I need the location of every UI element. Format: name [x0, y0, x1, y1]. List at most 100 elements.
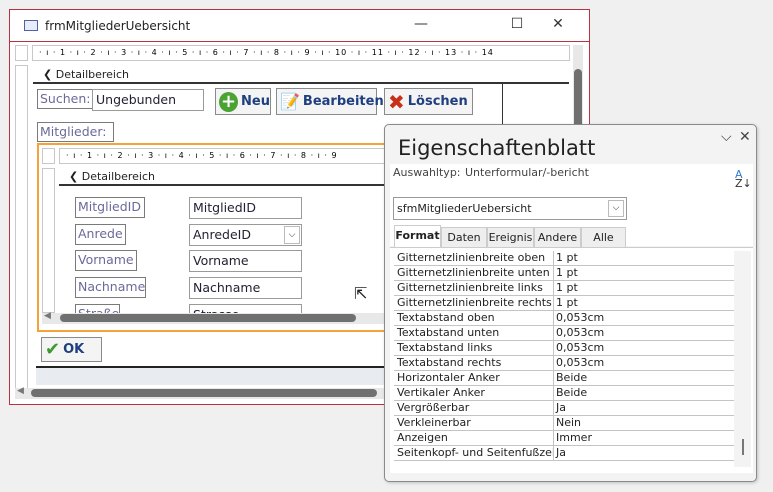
- red-x-icon: ✖: [388, 89, 405, 114]
- close-icon[interactable]: ✕: [739, 129, 751, 145]
- selection-type-label: Auswahltyp:: [393, 166, 461, 179]
- property-value[interactable]: 0,053cm: [554, 356, 604, 370]
- sort-az-icon[interactable]: A Z↓: [735, 169, 752, 189]
- property-row[interactable]: Gitternetzlinienbreite oben 1 pt: [394, 251, 734, 266]
- object-selector-value: sfmMitgliederUebersicht: [397, 202, 532, 215]
- section-title: Detailbereich: [55, 68, 129, 81]
- property-row[interactable]: Vertikaler Anker Beide: [394, 386, 734, 401]
- object-selector[interactable]: sfmMitgliederUebersicht ⌵: [393, 197, 627, 220]
- label-anrede: Anrede: [75, 224, 126, 245]
- property-row[interactable]: Textabstand oben 0,053cm: [394, 311, 734, 326]
- edit-button[interactable]: 📝 Bearbeiten: [276, 88, 384, 115]
- property-value[interactable]: Beide: [554, 386, 587, 400]
- subform-horizontal-scrollbar[interactable]: ◀: [42, 311, 399, 324]
- property-row[interactable]: Textabstand unten 0,053cm: [394, 326, 734, 341]
- subform-horizontal-ruler[interactable]: · ı · 1 · ı · 2 · ı · 3 · ı · 4 · ı · 5 …: [59, 148, 399, 164]
- property-row[interactable]: Seitenkopf- und Seitenfußzeile Ja: [394, 446, 734, 461]
- form-icon: [24, 20, 38, 31]
- property-name: Textabstand unten: [394, 326, 554, 340]
- property-sheet: Eigenschaftenblatt ⌵ ✕ Auswahltyp: Unter…: [384, 124, 757, 482]
- tab-andere[interactable]: Andere: [534, 227, 581, 247]
- section-header[interactable]: ❮ Detailbereich: [33, 67, 569, 84]
- property-name: Verkleinerbar: [394, 416, 554, 430]
- mouse-cursor-icon: ⇱: [354, 284, 368, 303]
- property-value[interactable]: Nein: [554, 416, 581, 430]
- delete-label: Löschen: [407, 94, 468, 109]
- property-name: Textabstand oben: [394, 311, 554, 325]
- tab-daten[interactable]: Daten: [441, 227, 487, 247]
- property-value[interactable]: Ja: [554, 401, 566, 415]
- notepad-pencil-icon: 📝: [280, 92, 300, 111]
- chevron-down-icon[interactable]: ⌵: [284, 226, 300, 244]
- property-value[interactable]: 1 pt: [554, 296, 578, 310]
- property-value[interactable]: Beide: [554, 371, 587, 385]
- property-name: Gitternetzlinienbreite links: [394, 281, 554, 295]
- property-row[interactable]: Textabstand rechts 0,053cm: [394, 356, 734, 371]
- property-value[interactable]: 0,053cm: [554, 326, 604, 340]
- property-name: Vertikaler Anker: [394, 386, 554, 400]
- property-name: Gitternetzlinienbreite rechts: [394, 296, 554, 310]
- selection-type-value: Unterformular/-bericht: [465, 166, 589, 179]
- scroll-left-icon[interactable]: ◀: [44, 311, 51, 321]
- chevron-down-icon[interactable]: ⌵: [608, 200, 624, 217]
- textbox-vorname[interactable]: Vorname: [189, 250, 302, 272]
- property-row[interactable]: Gitternetzlinienbreite links 1 pt: [394, 281, 734, 296]
- property-row[interactable]: Anzeigen Immer: [394, 431, 734, 446]
- property-value[interactable]: 1 pt: [554, 281, 578, 295]
- tab-ereignis[interactable]: Ereignis: [487, 227, 534, 247]
- property-row[interactable]: Gitternetzlinienbreite unten 1 pt: [394, 266, 734, 281]
- scroll-left-icon[interactable]: ◀: [17, 386, 24, 396]
- combo-anredeid[interactable]: AnredeID ⌵: [189, 224, 302, 246]
- maximize-button[interactable]: ☐: [502, 16, 532, 36]
- horizontal-ruler[interactable]: · ı · 1 · ı · 2 · ı · 3 · ı · 4 · ı · 5 …: [32, 45, 570, 61]
- property-name: Gitternetzlinienbreite unten: [394, 266, 554, 280]
- property-row[interactable]: Vergrößerbar Ja: [394, 401, 734, 416]
- property-row[interactable]: Horizontaler Anker Beide: [394, 371, 734, 386]
- tab-alle[interactable]: Alle: [581, 227, 626, 247]
- property-name: Textabstand rechts: [394, 356, 554, 370]
- close-button[interactable]: ✕: [543, 16, 573, 36]
- subform-vertical-ruler[interactable]: [42, 168, 55, 313]
- property-scroll-thumb[interactable]: [742, 439, 744, 455]
- minimize-button[interactable]: —: [406, 16, 436, 36]
- textbox-nachname[interactable]: Nachname: [189, 277, 302, 299]
- new-button[interactable]: + Neu: [215, 88, 271, 115]
- label-nachname: Nachname: [75, 277, 146, 298]
- ok-label: OK: [63, 342, 85, 357]
- subform-control[interactable]: · ı · 1 · ı · 2 · ı · 3 · ı · 4 · ı · 5 …: [37, 143, 399, 332]
- property-name: Gitternetzlinienbreite oben: [394, 251, 554, 265]
- property-value[interactable]: 1 pt: [554, 266, 578, 280]
- subform-section-header[interactable]: ❮ Detailbereich: [59, 169, 399, 186]
- ok-button[interactable]: ✔ OK: [41, 337, 102, 362]
- property-name: Seitenkopf- und Seitenfußzeile: [394, 446, 554, 460]
- vertical-ruler[interactable]: [15, 65, 28, 391]
- scroll-thumb[interactable]: [31, 389, 377, 397]
- property-name: Vergrößerbar: [394, 401, 554, 415]
- property-row[interactable]: Verkleinerbar Nein: [394, 416, 734, 431]
- subform-scroll-thumb[interactable]: [60, 314, 356, 322]
- new-label: Neu: [241, 94, 270, 109]
- property-row[interactable]: Textabstand links 0,053cm: [394, 341, 734, 356]
- property-value[interactable]: 0,053cm: [554, 311, 604, 325]
- delete-button[interactable]: ✖ Löschen: [384, 88, 473, 115]
- textbox-mitgliedid[interactable]: MitgliedID: [189, 197, 302, 219]
- plus-icon: +: [219, 90, 239, 112]
- textbox-strasse[interactable]: Strasse: [189, 304, 302, 313]
- checkmark-icon: ✔: [45, 339, 61, 360]
- search-input[interactable]: Ungebunden: [92, 89, 204, 111]
- property-value[interactable]: 1 pt: [554, 251, 578, 265]
- property-name: Textabstand links: [394, 341, 554, 355]
- chevron-down-icon[interactable]: ⌵: [721, 129, 732, 145]
- property-value[interactable]: Immer: [554, 431, 592, 445]
- label-strasse: Straße: [75, 304, 120, 313]
- subform-section-title: Detailbereich: [81, 170, 155, 183]
- subform-ruler-corner[interactable]: [42, 148, 55, 164]
- property-scrollbar[interactable]: [734, 251, 751, 467]
- property-value[interactable]: Ja: [554, 446, 566, 460]
- property-value[interactable]: 0,053cm: [554, 341, 604, 355]
- property-sheet-title: Eigenschaftenblatt: [398, 136, 596, 160]
- tab-format[interactable]: Format: [394, 225, 441, 247]
- ruler-corner[interactable]: [15, 45, 28, 61]
- property-row[interactable]: Gitternetzlinienbreite rechts 1 pt: [394, 296, 734, 311]
- label-vorname: Vorname: [75, 250, 137, 271]
